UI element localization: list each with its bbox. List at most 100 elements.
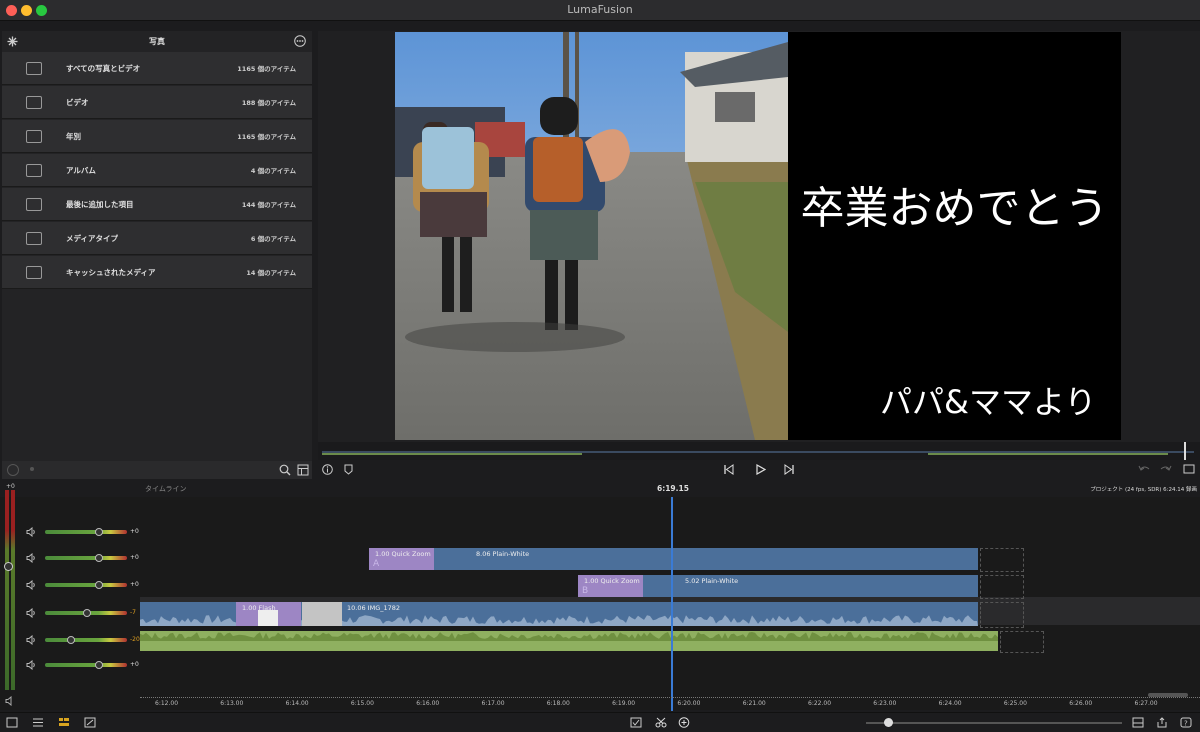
ruler-line	[140, 697, 1200, 700]
library-title: 写真	[149, 37, 165, 46]
zoom-slider-track[interactable]	[866, 722, 1122, 724]
video-icon	[26, 96, 42, 109]
list-view-icon[interactable]	[32, 717, 44, 728]
transition-letter: B	[582, 586, 589, 596]
marker-icon[interactable]	[343, 464, 354, 475]
ruler-tick-label: 6:23.00	[873, 700, 897, 707]
library-header: 写真	[2, 31, 312, 51]
library-item[interactable]: すべての写真とビデオ 1165 個のアイテム	[2, 52, 312, 85]
audio-track-green[interactable]	[140, 631, 998, 651]
track-volume-slider[interactable]	[45, 661, 127, 669]
audio-meter	[4, 490, 17, 690]
add-icon[interactable]	[678, 717, 690, 728]
track-volume-knob[interactable]	[95, 528, 103, 536]
info-icon[interactable]	[322, 464, 333, 475]
empty-slot-3	[980, 602, 1024, 628]
library-item-count: 14 個のアイテム	[246, 269, 296, 277]
redo-icon[interactable]	[1160, 464, 1172, 475]
album-icon	[26, 164, 42, 177]
search-icon[interactable]	[279, 464, 291, 476]
skip-forward-icon[interactable]	[784, 464, 795, 475]
ruler-tick-label: 6:13.00	[220, 700, 244, 707]
track-volume-slider[interactable]	[45, 554, 127, 562]
library-item-label: すべての写真とビデオ	[66, 64, 141, 73]
transport-controls	[318, 460, 1200, 480]
undo-icon[interactable]	[1138, 464, 1150, 475]
timeline-playhead[interactable]	[671, 497, 673, 711]
camera-icon	[26, 130, 42, 143]
help-icon[interactable]: ?	[1180, 717, 1192, 728]
library-item[interactable]: 年別 1165 個のアイテム	[2, 120, 312, 153]
svg-text:?: ?	[1184, 720, 1188, 728]
more-options-icon[interactable]	[294, 35, 306, 47]
skip-back-icon[interactable]	[723, 464, 734, 475]
transition-flash[interactable]: 1.00 Flash	[236, 602, 301, 626]
project-info[interactable]: プロジェクト (24 fps, SDR) 6:24.14 録画	[1090, 485, 1197, 493]
scrubber-playhead[interactable]	[1184, 442, 1186, 460]
track-volume-knob[interactable]	[67, 636, 75, 644]
scissors-icon[interactable]	[655, 717, 667, 728]
transition-quick-zoom-2[interactable]: 1.00 Quick Zoom B	[578, 575, 643, 597]
library-item[interactable]: ビデオ 188 個のアイテム	[2, 86, 312, 119]
track-speaker-icon[interactable]	[26, 660, 36, 670]
view-mode-icon[interactable]	[297, 464, 309, 476]
timeline-view-icon[interactable]	[58, 717, 70, 728]
track-volume-knob[interactable]	[95, 581, 103, 589]
track-volume-value: +0	[130, 661, 139, 668]
track-volume-knob[interactable]	[95, 554, 103, 562]
track-volume-knob[interactable]	[95, 661, 103, 669]
transition-label: 1.00 Quick Zoom	[375, 550, 431, 558]
time-ruler[interactable]: 6:12.00 6:13.00 6:14.00 6:15.00 6:16.00 6:17.…	[140, 697, 1200, 711]
clip-plain-white-2[interactable]: 5.02 Plain-White	[643, 575, 978, 597]
clip-plain-white-1[interactable]: 8.06 Plain-White	[434, 548, 978, 570]
export-view-icon[interactable]	[84, 717, 96, 728]
library-item-label: ビデオ	[66, 98, 89, 107]
main-clip-label: 10.06 IMG_1782	[347, 604, 401, 612]
share-icon[interactable]	[1156, 717, 1168, 728]
master-volume-knob[interactable]	[4, 562, 13, 571]
library-item[interactable]: アルバム 4 個のアイテム	[2, 154, 312, 187]
track-speaker-icon[interactable]	[26, 608, 36, 618]
fullscreen-icon[interactable]	[1183, 464, 1195, 475]
zoom-slider-knob[interactable]	[884, 718, 893, 727]
track-speaker-icon[interactable]	[26, 527, 36, 537]
track-volume-slider[interactable]	[45, 581, 127, 589]
library-item-count: 144 個のアイテム	[241, 201, 296, 209]
track-volume-slider[interactable]	[45, 636, 127, 644]
track-volume-value: -20	[130, 636, 140, 643]
cache-icon	[26, 266, 42, 279]
track-speaker-icon[interactable]	[26, 580, 36, 590]
track-speaker-icon[interactable]	[26, 635, 36, 645]
track-volume-value: -7	[130, 609, 136, 616]
bottom-toolbar: ?	[0, 712, 1200, 732]
preview-photo	[395, 32, 788, 440]
ruler-tick-label: 6:22.00	[808, 700, 832, 707]
empty-slot-2	[980, 575, 1024, 599]
track-volume-knob[interactable]	[83, 609, 91, 617]
library-item[interactable]: 最後に追加した項目 144 個のアイテム	[2, 188, 312, 221]
ruler-tick-label: 6:15.00	[350, 700, 374, 707]
folder-icon	[26, 62, 42, 75]
track-volume-value: +0	[130, 581, 139, 588]
track-volume-slider[interactable]	[45, 528, 127, 536]
dot-icon	[30, 467, 34, 471]
library-item[interactable]: キャッシュされたメディア 14 個のアイテム	[2, 256, 312, 289]
ruler-tick-label: 6:18.00	[546, 700, 570, 707]
play-icon[interactable]	[755, 464, 766, 475]
empty-slot-4	[1000, 631, 1044, 653]
master-level: +0	[6, 483, 15, 490]
library-view-icon[interactable]	[6, 717, 18, 728]
ruler-tick-label: 6:17.00	[481, 700, 505, 707]
scrubber-bar[interactable]	[318, 442, 1200, 460]
transition-quick-zoom-1[interactable]: 1.00 Quick Zoom A	[369, 548, 434, 570]
empty-slot-1	[980, 548, 1024, 572]
layout-icon[interactable]	[1132, 717, 1144, 728]
audio-waveform	[140, 632, 998, 641]
track-speaker-icon[interactable]	[26, 553, 36, 563]
checkmark-icon[interactable]	[630, 717, 642, 728]
ruler-tick-label: 6:25.00	[1003, 700, 1027, 707]
speaker-icon[interactable]	[5, 696, 15, 706]
library-item[interactable]: メディアタイプ 6 個のアイテム	[2, 222, 312, 255]
transition-label: 1.00 Quick Zoom	[584, 577, 640, 585]
track-volume-slider[interactable]	[45, 609, 127, 617]
